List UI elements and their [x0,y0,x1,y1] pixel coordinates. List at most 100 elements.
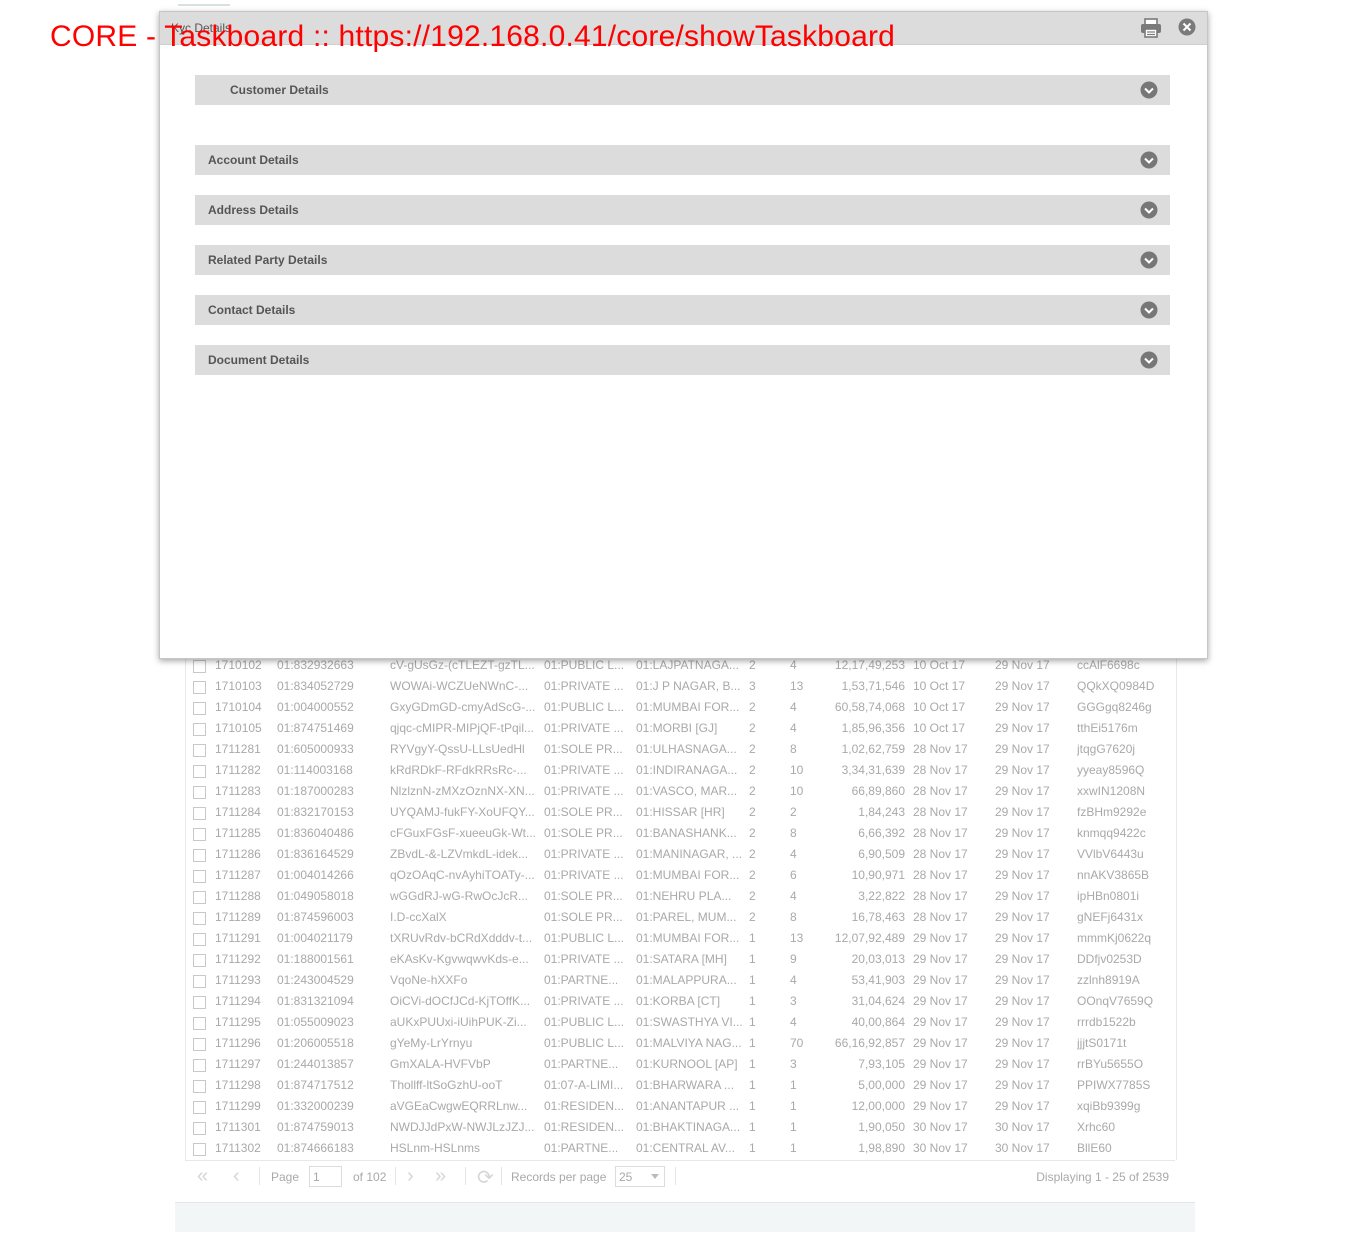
cell-assignee: QQkXQ0984D [1077,679,1155,693]
row-checkbox[interactable] [193,1080,206,1093]
row-checkbox[interactable] [193,870,206,883]
cell-branch: 01:ANANTAPUR ... [636,1099,740,1113]
page-number-input[interactable] [309,1166,342,1187]
chevron-down-icon[interactable] [1140,301,1158,319]
section-label: Related Party Details [208,253,328,267]
cell-due-date: 29 Nov 17 [995,805,1050,819]
table-row[interactable]: 1711281 01:605000933 RYVgyY-QssU-LLsUedHl 0… [185,739,1175,760]
chevron-down-icon[interactable] [1140,351,1158,369]
close-icon[interactable] [1178,18,1196,36]
table-row[interactable]: 1711291 01:004021179 tXRUvRdv-bCRdXdddv-t.… [185,928,1175,949]
last-page-icon[interactable]: » [435,1165,446,1188]
table-row[interactable]: 1711297 01:244013857 GmXALA-HVFVbP 01:PARTN… [185,1054,1175,1075]
cell-customer-id: 01:832932663 [277,658,354,672]
row-checkbox[interactable] [193,996,206,1009]
cell-age: 1 [790,1141,797,1155]
cell-created-date: 28 Nov 17 [913,889,968,903]
table-row[interactable]: 1711302 01:874666183 HSLnm-HSLnms 01:PARTNE… [185,1138,1175,1159]
table-row[interactable]: 1711289 01:874596003 I.D-ccXalX 01:SOLE PR.… [185,907,1175,928]
cell-amount: 6,90,509 [858,847,905,861]
row-checkbox[interactable] [193,849,206,862]
row-checkbox[interactable] [193,660,206,673]
prev-page-icon[interactable]: ‹ [233,1165,240,1188]
cell-amount: 1,53,71,546 [841,679,905,693]
table-row[interactable]: 1711282 01:114003168 kRdRDkF-RFdkRRsRc-...… [185,760,1175,781]
cell-level: 2 [749,658,756,672]
row-checkbox[interactable] [193,807,206,820]
row-checkbox[interactable] [193,765,206,778]
row-checkbox[interactable] [193,828,206,841]
row-checkbox[interactable] [193,786,206,799]
table-row[interactable]: 1711299 01:332000239 aVGEaCwgwEQRRLnw... 01… [185,1096,1175,1117]
section-address-details[interactable]: Address Details [195,195,1170,225]
table-row[interactable]: 1711298 01:874717512 Thollff-ltSoGzhU-ooT 0… [185,1075,1175,1096]
cell-amount: 66,16,92,857 [834,1036,905,1050]
section-account-details[interactable]: Account Details [195,145,1170,175]
chevron-down-icon[interactable] [1140,81,1158,99]
cell-amount: 16,78,463 [851,910,905,924]
cell-constitution: 01:PRIVATE ... [544,994,624,1008]
first-page-icon[interactable]: « [197,1165,208,1188]
section-customer-details[interactable]: Customer Details [195,75,1170,105]
table-row[interactable]: 1711283 01:187000283 NlzlznN-zMXzOznNX-XN.… [185,781,1175,802]
cell-due-date: 30 Nov 17 [995,1120,1050,1134]
chevron-down-icon[interactable] [1140,251,1158,269]
cell-customer-name: WOWAi-WCZUeNWnC-... [390,679,529,693]
row-checkbox[interactable] [193,1143,206,1156]
next-page-icon[interactable]: › [407,1165,414,1188]
table-row[interactable]: 1711285 01:836040486 cFGuxFGsF-xueeuGk-Wt.… [185,823,1175,844]
cell-level: 1 [749,1141,756,1155]
cell-branch: 01:ULHASNAGA... [636,742,737,756]
row-checkbox[interactable] [193,954,206,967]
row-checkbox[interactable] [193,1101,206,1114]
table-row[interactable]: 1711301 01:874759013 NWDJJdPxW-NWJLzJZJ...… [185,1117,1175,1138]
chevron-down-icon[interactable] [1140,201,1158,219]
chevron-down-icon[interactable] [1140,151,1158,169]
row-checkbox[interactable] [193,891,206,904]
row-checkbox[interactable] [193,1017,206,1030]
cell-constitution: 01:SOLE PR... [544,910,623,924]
cell-level: 2 [749,847,756,861]
table-row[interactable]: 1711294 01:831321094 OiCVi-dOCfJCd-KjTOffK… [185,991,1175,1012]
cell-branch: 01:INDIRANAGA... [636,763,738,777]
cell-customer-id: 01:055009023 [277,1015,354,1029]
cell-assignee: OOnqV7659Q [1077,994,1154,1008]
section-contact-details[interactable]: Contact Details [195,295,1170,325]
refresh-icon[interactable]: ⟳ [477,1165,494,1190]
table-row[interactable]: 1711288 01:049058018 wGGdRJ-wG-RwOcJcR... 0… [185,886,1175,907]
table-row[interactable]: 1710104 01:004000552 GxyGDmGD-cmyAdScG-...… [185,697,1175,718]
cell-created-date: 28 Nov 17 [913,742,968,756]
row-checkbox[interactable] [193,975,206,988]
section-document-details[interactable]: Document Details [195,345,1170,375]
table-row[interactable]: 1711296 01:206005518 gYeMy-LrYrnyu 01:PUBLI… [185,1033,1175,1054]
cell-constitution: 01:PRIVATE ... [544,721,624,735]
row-checkbox[interactable] [193,1038,206,1051]
row-checkbox[interactable] [193,702,206,715]
cell-created-date: 29 Nov 17 [913,952,968,966]
section-related-party-details[interactable]: Related Party Details [195,245,1170,275]
table-row[interactable]: 1710105 01:874751469 qjqc-cMIPR-MIPjQF-tPq… [185,718,1175,739]
cell-constitution: 01:07-A-LIMI... [544,1078,624,1092]
cell-created-date: 28 Nov 17 [913,805,968,819]
row-checkbox[interactable] [193,1059,206,1072]
table-row[interactable]: 1711284 01:832170153 UYQAMJ-fukFY-XoUFQY..… [185,802,1175,823]
row-checkbox[interactable] [193,933,206,946]
row-checkbox[interactable] [193,912,206,925]
row-checkbox[interactable] [193,744,206,757]
table-row[interactable]: 1711287 01:004014266 qOzOAqC-nvAyhiTOATy-.… [185,865,1175,886]
table-row[interactable]: 1711295 01:055009023 aUKxPUUxi-iUihPUK-Zi.… [185,1012,1175,1033]
table-row[interactable]: 1710103 01:834052729 WOWAi-WCZUeNWnC-... 01… [185,676,1175,697]
row-checkbox[interactable] [193,1122,206,1135]
print-icon[interactable] [1140,18,1162,38]
row-checkbox[interactable] [193,681,206,694]
records-per-page-select[interactable]: 25 [615,1166,665,1187]
cell-branch: 01:VASCO, MAR... [636,784,738,798]
table-row[interactable]: 1711292 01:188001561 eKAsKv-KgvwqwvKds-e..… [185,949,1175,970]
cell-amount: 7,93,105 [858,1057,905,1071]
cell-constitution: 01:SOLE PR... [544,889,623,903]
table-row[interactable]: 1711293 01:243004529 VqoNe-hXXFo 01:PARTNE.… [185,970,1175,991]
table-row[interactable]: 1711286 01:836164529 ZBvdL-&-LZVmkdL-idek.… [185,844,1175,865]
row-checkbox[interactable] [193,723,206,736]
pager-separator [259,1167,260,1185]
cell-amount: 1,84,243 [858,805,905,819]
